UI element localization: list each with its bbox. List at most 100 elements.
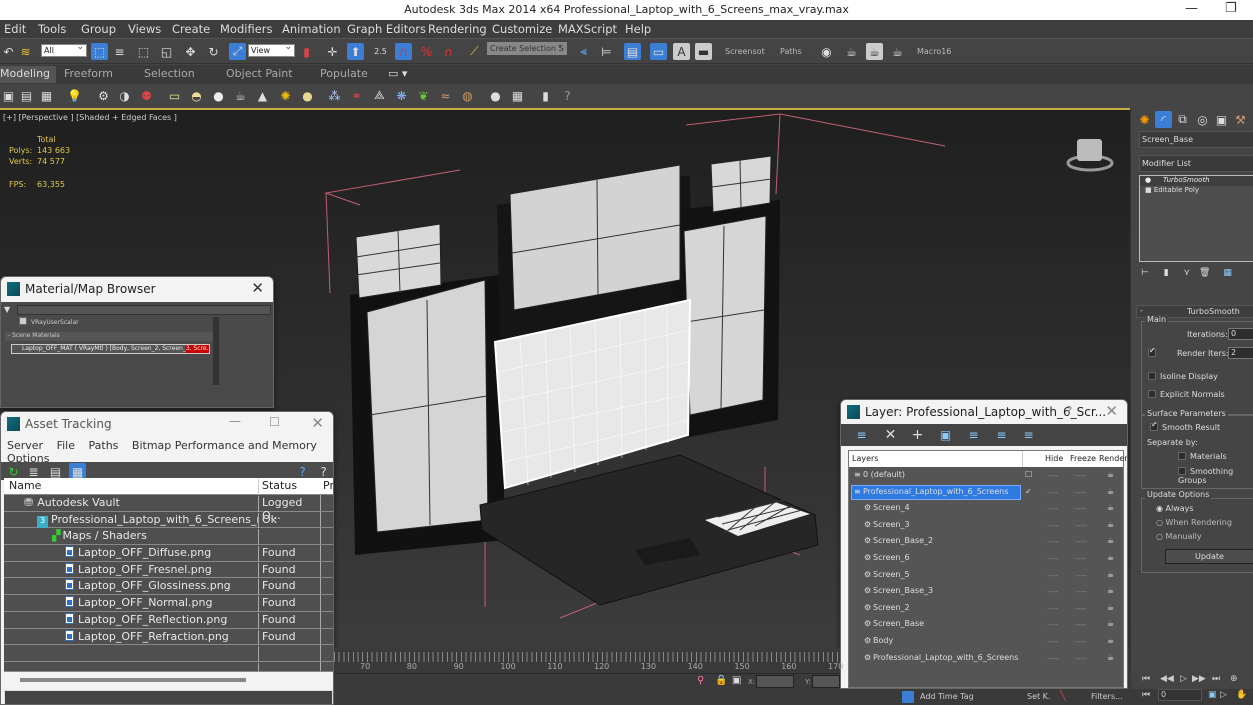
hide-toggle[interactable]: ----	[1047, 504, 1059, 513]
hide-toggle[interactable]: ----	[1047, 604, 1059, 613]
column-render[interactable]: Render	[1099, 454, 1127, 463]
scrollbar-thumb[interactable]	[20, 678, 246, 682]
cone-icon[interactable]: ▲	[254, 87, 271, 104]
layer-row[interactable]: ⚙ Screen_Base ---- ---- ☕	[849, 616, 1123, 633]
restore-icon[interactable]: ❐	[1225, 1, 1237, 16]
tab-populate[interactable]: Populate	[320, 67, 368, 80]
hide-toggle[interactable]: ----	[1047, 554, 1059, 563]
tab-object-paint[interactable]: Object Paint	[226, 67, 293, 80]
time-tag-icon[interactable]	[902, 691, 914, 703]
freeze-toggle[interactable]: ----	[1075, 488, 1087, 497]
object-name-field[interactable]: Screen_Base	[1139, 131, 1253, 148]
table-row[interactable]: Laptop_OFF_Normal.png Found	[4, 595, 333, 612]
scene-materials-group[interactable]: - Scene Materials	[5, 332, 213, 341]
render-teapot-icon[interactable]: ☕	[1107, 586, 1114, 595]
render-teapot-icon[interactable]: ☕	[1107, 636, 1114, 645]
modify-tab-icon[interactable]: ◜	[1155, 111, 1172, 128]
freeze-toggle[interactable]: ----	[1075, 587, 1087, 596]
freeze-toggle[interactable]: ----	[1075, 537, 1087, 546]
layer-row[interactable]: ⚙ Screen_3 ---- ---- ☕	[849, 517, 1123, 534]
go-to-start-icon[interactable]: ⏮	[1142, 674, 1150, 684]
layer-row[interactable]: ⚙ Screen_Base_3 ---- ---- ☕	[849, 583, 1123, 600]
menu-animation[interactable]: Animation	[282, 20, 341, 36]
hide-toggle[interactable]: ----	[1047, 488, 1059, 497]
layer-manager-icon[interactable]: ▤	[624, 43, 641, 60]
render-teapot-icon[interactable]: ☕	[1107, 603, 1114, 612]
render-teapot-icon[interactable]: ☕	[1107, 536, 1114, 545]
table-row[interactable]: ▞ Maps / Shaders	[4, 528, 333, 546]
menu-help[interactable]: Help	[625, 20, 651, 36]
named-selection-dropdown[interactable]: Create Selection S	[487, 40, 567, 55]
field-of-view-icon[interactable]: ▷	[1220, 690, 1227, 700]
key-mode-icon[interactable]: ⏮	[1142, 690, 1150, 700]
light-bulb-icon[interactable]: ●	[1145, 176, 1151, 184]
hierarchy-tab-icon[interactable]: ⧉	[1174, 111, 1191, 128]
render-teapot-icon[interactable]: ☕	[1107, 470, 1114, 479]
absolute-mode-icon[interactable]: ▣	[732, 675, 741, 686]
vray-user-scalar-item[interactable]: VRayUserScalar	[31, 319, 79, 326]
show-end-result-icon[interactable]: ▮	[1164, 268, 1169, 278]
rectangular-selection-icon[interactable]: ⬚	[135, 43, 152, 60]
tab-selection[interactable]: Selection	[144, 67, 195, 80]
layer-row[interactable]: ⚙ Screen_4 ---- ---- ☕	[849, 500, 1123, 517]
modifier-list-dropdown[interactable]: Modifier List	[1139, 155, 1253, 172]
horizontal-scrollbar[interactable]	[4, 674, 333, 688]
table-row[interactable]: ⛃ Autodesk Vault Logged O...	[4, 495, 333, 522]
smooth-result-checkbox[interactable]: Smooth Result	[1150, 420, 1220, 432]
shell-icon[interactable]: ◍	[459, 87, 476, 104]
current-frame-field[interactable]: 0	[1158, 689, 1202, 701]
expand-icon[interactable]: ■	[1145, 186, 1152, 194]
materials-checkbox[interactable]: Materials	[1178, 452, 1227, 461]
column-layers[interactable]: Layers	[852, 454, 878, 463]
make-unique-icon[interactable]: ⋎	[1184, 268, 1191, 278]
move-icon[interactable]: ✥	[182, 43, 199, 60]
set-current-checkbox[interactable]: ☐	[1025, 470, 1032, 479]
material-sphere-icon[interactable]: ●	[487, 87, 504, 104]
table-row[interactable]: Laptop_OFF_Reflection.png Found	[4, 611, 333, 629]
column-freeze[interactable]: Freeze	[1070, 454, 1096, 463]
add-to-layer-icon[interactable]: +	[909, 426, 926, 443]
proxy-icon[interactable]: ▦	[509, 87, 526, 104]
snaps-toggle-icon[interactable]: 2.5	[372, 43, 389, 60]
curve-editor-icon[interactable]: A	[673, 43, 690, 60]
pan-hand-icon[interactable]: ✋	[1236, 690, 1247, 700]
mirror-icon[interactable]: ⫷	[575, 43, 592, 60]
menu-customize[interactable]: Customize	[492, 20, 552, 36]
table-row[interactable]: Laptop_OFF_Refraction.png Found	[4, 628, 333, 646]
table-row[interactable]: Laptop_OFF_Fresnel.png Found	[4, 561, 333, 579]
maximize-icon[interactable]: ☐	[269, 415, 280, 429]
add-time-tag-button[interactable]: Add Time Tag	[920, 692, 974, 701]
freeze-toggle[interactable]: ----	[1075, 504, 1087, 513]
screenshot-button[interactable]: Screensot	[725, 47, 765, 56]
list-icon[interactable]: ▤	[18, 87, 35, 104]
play-icon[interactable]: ▷	[1180, 674, 1187, 684]
timeline[interactable]: 70 80 90 100 110 120 130 140 150 160 170 ⚲ 🔒 ▣ X: …	[334, 648, 843, 705]
menu-graph-editors[interactable]: Graph Editors	[347, 20, 426, 36]
plane-icon[interactable]: ▭	[166, 87, 183, 104]
manually-radio[interactable]: ○ Manually	[1156, 532, 1202, 541]
go-to-end-icon[interactable]: ⏭	[1212, 674, 1220, 684]
freeze-toggle[interactable]: ----	[1075, 604, 1087, 613]
current-layer-check-icon[interactable]: ✓	[1025, 487, 1032, 496]
layer-row[interactable]: ⚙ Screen_6 ---- ---- ☕	[849, 550, 1123, 567]
hide-toggle[interactable]: ----	[1047, 471, 1059, 480]
delete-layer-icon[interactable]: ✕	[882, 426, 899, 443]
minimize-icon[interactable]: —	[1185, 1, 1198, 16]
scene-icon[interactable]: ▣	[0, 87, 17, 104]
configure-modifiers-icon[interactable]: ▦	[1223, 268, 1232, 278]
layer-row[interactable]: ⚙ Professional_Laptop_with_6_Screens ---- -…	[849, 650, 1123, 667]
set-key-button[interactable]: Set K.	[1027, 692, 1050, 701]
render-icon[interactable]: ⚉	[138, 87, 155, 104]
column-status[interactable]: Status	[262, 479, 322, 492]
reference-coordinate-dropdown[interactable]: View	[248, 42, 295, 57]
utilities-tab-icon[interactable]: ⚒	[1232, 111, 1249, 128]
camera-icon[interactable]: ⚙	[95, 87, 112, 104]
lock-icon[interactable]: 🔒	[715, 675, 727, 686]
menu-paths[interactable]: Paths	[89, 439, 119, 452]
align-icon[interactable]: ⊨	[598, 43, 615, 60]
selection-filter-dropdown[interactable]: All	[41, 42, 87, 57]
render-teapot-icon[interactable]: ☕	[1107, 553, 1114, 562]
omni-light-icon[interactable]: ●	[299, 87, 316, 104]
help-button[interactable]: ?	[1066, 404, 1072, 418]
hair-fur-icon[interactable]: ≈	[437, 87, 454, 104]
